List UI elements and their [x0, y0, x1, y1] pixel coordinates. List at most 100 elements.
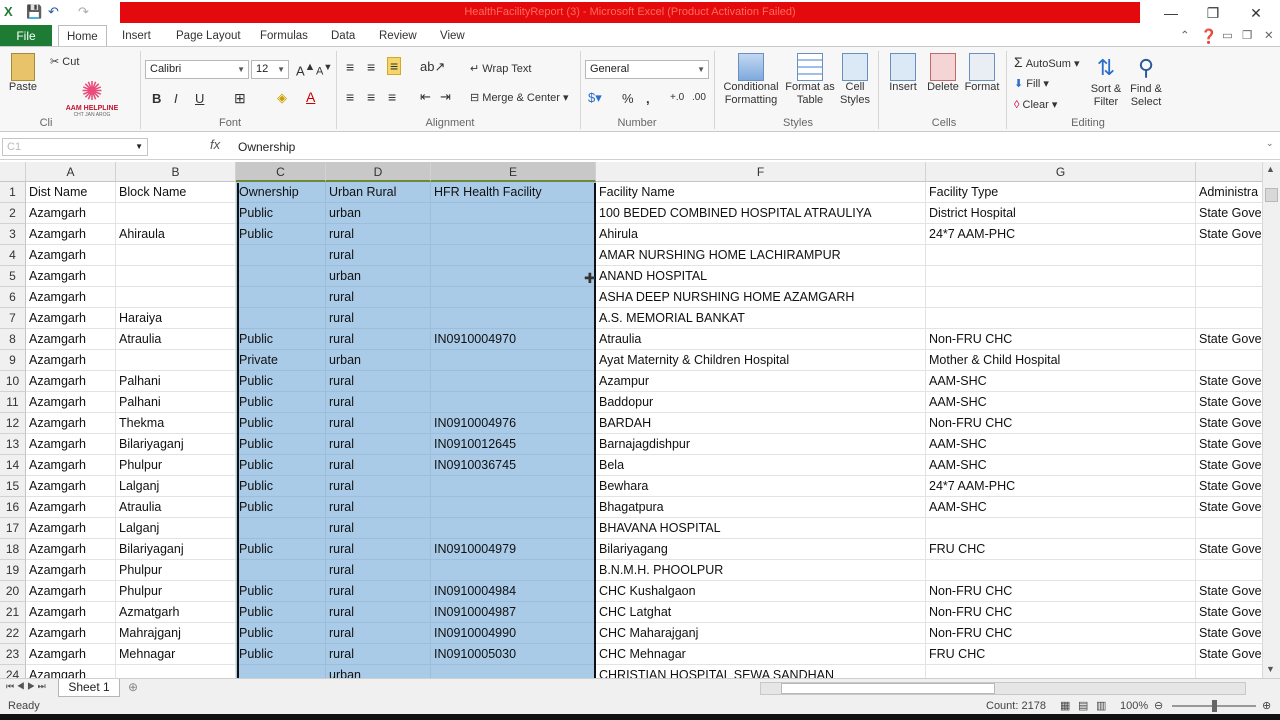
cell[interactable]: Atraulia [116, 497, 236, 518]
cell[interactable]: Thekma [116, 413, 236, 434]
row-header[interactable]: 19 [0, 560, 26, 581]
cell[interactable] [431, 665, 596, 678]
cell[interactable]: Lalganj [116, 476, 236, 497]
cell[interactable]: CHC Latghat [596, 602, 926, 623]
file-tab[interactable]: File [0, 25, 52, 47]
view-normal-icon[interactable]: ▦ [1060, 698, 1070, 714]
cell[interactable]: State Gove [1196, 623, 1262, 644]
cell[interactable]: rural [326, 476, 431, 497]
doc-close-icon[interactable]: ✕ [1264, 25, 1274, 47]
currency-icon[interactable]: $▾ [588, 90, 602, 106]
cell[interactable] [1196, 308, 1262, 329]
cell[interactable]: Facility Name [596, 182, 926, 203]
align-right-icon[interactable]: ≡ [388, 89, 396, 105]
zoom-out-icon[interactable]: ⊖ [1154, 698, 1163, 714]
cell[interactable]: CHC Mehnagar [596, 644, 926, 665]
cell[interactable]: rural [326, 413, 431, 434]
help-icon[interactable]: ❓ [1200, 25, 1217, 47]
cell[interactable]: Public [236, 476, 326, 497]
cell[interactable]: Haraiya [116, 308, 236, 329]
cell[interactable]: State Gove [1196, 497, 1262, 518]
tab-formulas[interactable]: Formulas [260, 25, 308, 47]
cell[interactable]: Public [236, 371, 326, 392]
increase-decimal-icon[interactable]: +.0 [670, 92, 684, 103]
column-header-f[interactable]: F [596, 162, 926, 182]
cell[interactable]: rural [326, 539, 431, 560]
row-header[interactable]: 14 [0, 455, 26, 476]
borders-icon[interactable]: ⊞ [234, 90, 246, 107]
cell[interactable]: Public [236, 644, 326, 665]
cell[interactable]: Block Name [116, 182, 236, 203]
row-header[interactable]: 22 [0, 623, 26, 644]
cell[interactable]: rural [326, 287, 431, 308]
cell[interactable]: Azamgarh [26, 350, 116, 371]
cell[interactable]: IN0910004990 [431, 623, 596, 644]
cell[interactable]: Palhani [116, 392, 236, 413]
cell[interactable]: State Gove [1196, 203, 1262, 224]
row-header[interactable]: 24 [0, 665, 26, 678]
autosum-button[interactable]: Σ AutoSum ▾ [1014, 54, 1080, 70]
format-as-table-button[interactable]: Format as Table [784, 53, 836, 107]
cell[interactable]: Public [236, 581, 326, 602]
cell[interactable]: IN0910004979 [431, 539, 596, 560]
scroll-thumb[interactable] [1265, 188, 1278, 202]
cell[interactable]: Bhagatpura [596, 497, 926, 518]
column-header-g[interactable]: G [926, 162, 1196, 182]
cell[interactable]: Facility Type [926, 182, 1196, 203]
grow-font-icon[interactable]: A▲ [296, 61, 315, 78]
cell[interactable]: Non-FRU CHC [926, 623, 1196, 644]
cell[interactable]: Mahrajganj [116, 623, 236, 644]
function-icon[interactable]: fx [210, 137, 220, 152]
cell[interactable] [431, 266, 596, 287]
cell[interactable]: Azamgarh [26, 581, 116, 602]
cell[interactable]: rural [326, 329, 431, 350]
shrink-font-icon[interactable]: A▼ [316, 62, 332, 78]
row-header[interactable]: 8 [0, 329, 26, 350]
cell[interactable] [431, 203, 596, 224]
paste-button[interactable]: Paste [8, 53, 38, 94]
underline-button[interactable]: U [195, 91, 204, 106]
cell[interactable] [236, 245, 326, 266]
cell[interactable]: IN0910004976 [431, 413, 596, 434]
cell[interactable]: rural [326, 518, 431, 539]
cell[interactable]: Bilariyagang [596, 539, 926, 560]
cell[interactable]: Public [236, 539, 326, 560]
cell[interactable]: IN0910036745 [431, 455, 596, 476]
cell[interactable]: IN0910004987 [431, 602, 596, 623]
cell[interactable] [116, 203, 236, 224]
decrease-indent-icon[interactable]: ⇤ [420, 89, 431, 105]
align-left-icon[interactable]: ≡ [346, 89, 354, 105]
cell[interactable]: rural [326, 644, 431, 665]
cell[interactable]: rural [326, 602, 431, 623]
cell[interactable]: urban [326, 203, 431, 224]
cell[interactable]: Azamgarh [26, 203, 116, 224]
clear-button[interactable]: ◊ Clear ▾ [1014, 98, 1057, 111]
cell[interactable]: CHC Kushalgaon [596, 581, 926, 602]
sheet-nav-icons[interactable]: ⏮ ◀ ▶ ⏭ [6, 681, 46, 692]
cell[interactable]: AAM-SHC [926, 371, 1196, 392]
cell[interactable]: Ayat Maternity & Children Hospital [596, 350, 926, 371]
cell-styles-button[interactable]: Cell Styles [836, 53, 874, 107]
cell[interactable]: Azamgarh [26, 392, 116, 413]
tab-review[interactable]: Review [379, 25, 417, 47]
cell[interactable]: Atraulia [596, 329, 926, 350]
cell[interactable] [926, 308, 1196, 329]
cell[interactable] [236, 287, 326, 308]
align-bottom-icon[interactable]: ≡ [387, 57, 402, 75]
cell[interactable]: Phulpur [116, 581, 236, 602]
row-header[interactable]: 10 [0, 371, 26, 392]
view-page-layout-icon[interactable]: ▤ [1078, 698, 1088, 714]
cell[interactable] [1196, 245, 1262, 266]
row-header[interactable]: 12 [0, 413, 26, 434]
insert-cells-button[interactable]: Insert [884, 53, 922, 94]
cell[interactable] [1196, 350, 1262, 371]
sheet-tab-1[interactable]: Sheet 1 [58, 679, 120, 697]
cell[interactable]: Atraulia [116, 329, 236, 350]
cell[interactable]: Azamgarh [26, 413, 116, 434]
undo-icon[interactable]: ↶ [48, 3, 59, 21]
cell[interactable] [926, 266, 1196, 287]
cell[interactable]: Bilariyaganj [116, 539, 236, 560]
cell[interactable]: CHC Maharajganj [596, 623, 926, 644]
cell[interactable]: rural [326, 560, 431, 581]
cell[interactable]: Ahiraula [116, 224, 236, 245]
